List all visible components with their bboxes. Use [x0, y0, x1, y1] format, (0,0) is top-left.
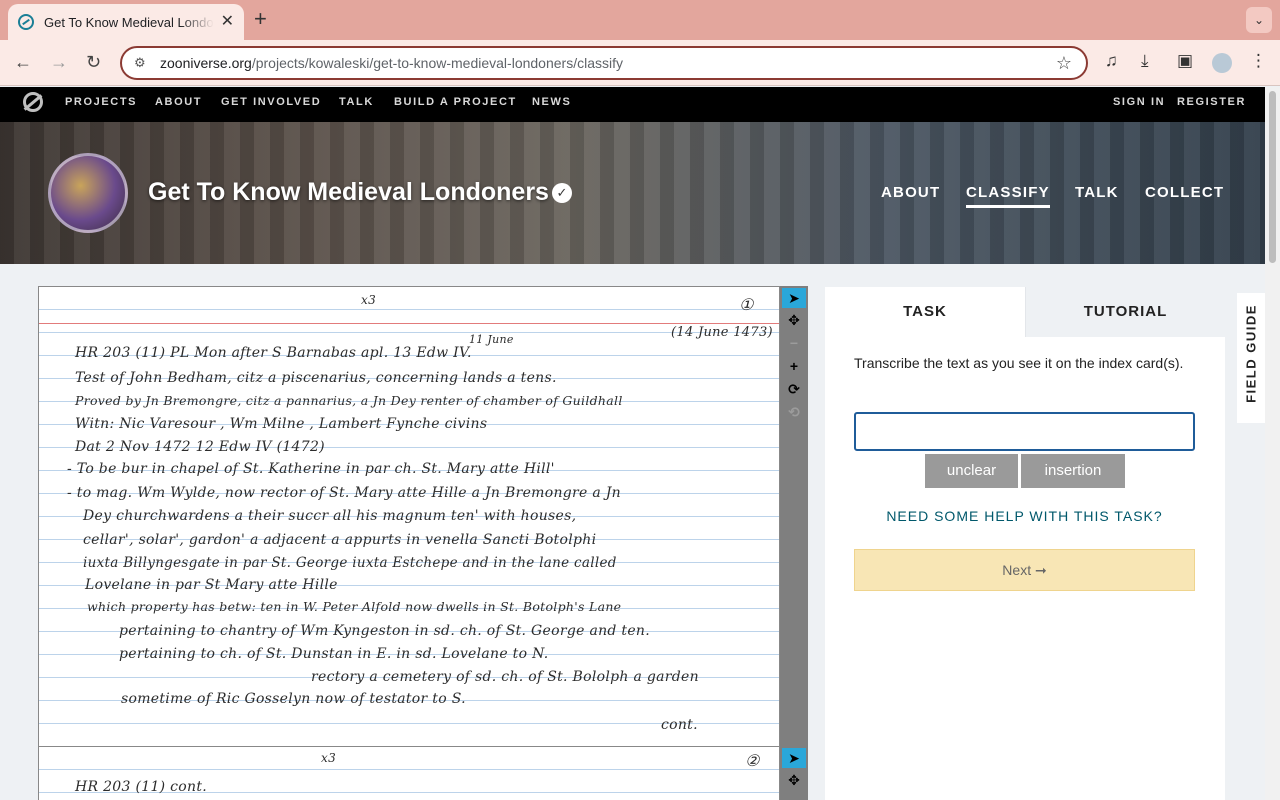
nav-projects[interactable]: PROJECTS — [65, 96, 137, 108]
scrollbar-thumb[interactable] — [1269, 91, 1276, 263]
reset-view-icon[interactable]: ⟲ — [782, 402, 806, 422]
date-note-top: 11 June — [469, 333, 514, 346]
subject-image-card-1[interactable]: x3 ① 11 June (14 June 1473) HR 203 (11) … — [38, 286, 780, 747]
nav-get-involved[interactable]: GET INVOLVED — [221, 96, 321, 108]
insertion-button[interactable]: insertion — [1021, 454, 1125, 488]
nav-news[interactable]: NEWS — [532, 96, 571, 108]
date-note-right: (14 June 1473) — [671, 325, 773, 340]
zoom-in-icon[interactable]: + — [782, 356, 806, 376]
forward-arrow-icon[interactable]: → — [50, 52, 68, 72]
card-line: - to mag. Wm Wylde, now rector of St. Ma… — [67, 485, 621, 501]
site-settings-icon[interactable]: ⚙ — [134, 55, 152, 71]
subject-image-card-2[interactable]: x3 ② HR 203 (11) cont. — [38, 746, 780, 800]
bookmark-star-icon[interactable]: ☆ — [1056, 53, 1072, 74]
tab-title: Get To Know Medieval Londoners — [44, 14, 214, 30]
card-line: rectory a cemetery of sd. ch. of St. Bol… — [311, 669, 699, 685]
url-host: zooniverse.org — [160, 55, 252, 71]
card-line: Dey churchwardens a their succr all his … — [83, 508, 577, 524]
unclear-button[interactable]: unclear — [925, 454, 1018, 488]
card-ruled-line — [39, 323, 779, 324]
card-line: Witn: Nic Varesour , Wm Milne , Lambert … — [75, 416, 488, 432]
card-line: Dat 2 Nov 1472 12 Edw IV (1472) — [75, 439, 325, 455]
zooniverse-favicon-icon — [18, 14, 34, 30]
pointer-tool-icon[interactable]: ➤ — [782, 748, 806, 768]
move-tool-icon[interactable]: ✥ — [782, 310, 806, 330]
transcription-input[interactable] — [854, 412, 1195, 451]
card-line: pertaining to ch. of St. Dunstan in E. i… — [119, 646, 549, 662]
profile-avatar[interactable] — [1212, 53, 1232, 73]
card-line: - To be bur in chapel of St. Katherine i… — [67, 461, 555, 477]
browser-toolbar: ← → ↻ ⚙ zooniverse.org/projects/kowalesk… — [0, 40, 1280, 86]
site-navigation: PROJECTS ABOUT GET INVOLVED TALK BUILD A… — [0, 87, 1265, 122]
page-scrollbar[interactable] — [1265, 87, 1280, 800]
task-panel: TASK TUTORIAL Transcribe the text as you… — [825, 287, 1225, 800]
field-guide-label: FIELD GUIDE — [1243, 304, 1259, 403]
nav-build-a-project[interactable]: BUILD A PROJECT — [394, 96, 517, 108]
nav-about[interactable]: ABOUT — [155, 96, 202, 108]
project-title[interactable]: Get To Know Medieval Londoners — [148, 178, 549, 207]
sign-in-link[interactable]: SIGN IN — [1113, 96, 1165, 108]
zoom-out-icon[interactable]: − — [782, 333, 806, 353]
card-top-mark: x3 — [361, 293, 377, 307]
project-nav-classify[interactable]: CLASSIFY — [966, 184, 1050, 208]
browser-tab-bar: Get To Know Medieval Londoners ✕ + ⌄ — [0, 0, 1280, 40]
card-line: HR 203 (11) cont. — [75, 779, 208, 795]
card-line: cont. — [661, 717, 698, 733]
project-nav-collect[interactable]: COLLECT — [1145, 184, 1224, 201]
media-controls-icon[interactable]: ♫ — [1105, 51, 1118, 71]
card-line: sometime of Ric Gosselyn now of testator… — [121, 691, 466, 707]
viewer-toolbar-1: ➤ ✥ − + ⟳ ⟲ — [780, 286, 808, 747]
tab-tutorial[interactable]: TUTORIAL — [1025, 287, 1225, 337]
close-tab-icon[interactable]: ✕ — [221, 13, 234, 31]
task-instruction: Transcribe the text as you see it on the… — [854, 355, 1184, 371]
card-line: Lovelane in par St Mary atte Hille — [85, 577, 338, 593]
url-path: /projects/kowaleski/get-to-know-medieval… — [251, 55, 623, 71]
browser-menu-icon[interactable]: ⋮ — [1250, 51, 1267, 71]
project-avatar[interactable] — [48, 153, 128, 233]
new-tab-button[interactable]: + — [254, 8, 267, 30]
tab-task[interactable]: TASK — [825, 287, 1025, 337]
task-help-link[interactable]: NEED SOME HELP WITH THIS TASK? — [854, 508, 1195, 524]
register-link[interactable]: REGISTER — [1177, 96, 1246, 108]
rotate-icon[interactable]: ⟳ — [782, 379, 806, 399]
reload-icon[interactable]: ↻ — [86, 52, 101, 72]
url-text[interactable]: zooniverse.org/projects/kowaleski/get-to… — [160, 55, 623, 71]
nav-talk[interactable]: TALK — [339, 96, 374, 108]
card-number: ① — [739, 295, 754, 314]
side-panel-icon[interactable]: ▣ — [1177, 51, 1193, 71]
move-tool-icon[interactable]: ✥ — [782, 770, 806, 790]
card-line: Test of John Bedham, citz a piscenarius,… — [75, 370, 557, 386]
verified-badge-icon: ✓ — [552, 183, 572, 203]
next-button[interactable]: Next ➞ — [854, 549, 1195, 591]
card-line: Proved by Jn Bremongre, citz a pannarius… — [75, 393, 623, 408]
pointer-tool-icon[interactable]: ➤ — [782, 288, 806, 308]
download-icon[interactable]: ⤓ — [1141, 51, 1149, 71]
project-nav-talk[interactable]: TALK — [1075, 184, 1119, 201]
project-header: Get To Know Medieval Londoners ✓ ABOUT C… — [0, 122, 1265, 264]
browser-tab[interactable]: Get To Know Medieval Londoners ✕ — [8, 4, 244, 40]
card-line: iuxta Billyngesgate in par St. George iu… — [83, 555, 617, 571]
address-bar[interactable]: ⚙ zooniverse.org/projects/kowaleski/get-… — [120, 46, 1088, 80]
card-line: pertaining to chantry of Wm Kyngeston in… — [119, 623, 651, 639]
card-number: ② — [745, 751, 760, 770]
card-line: cellar', solar', gardon' a adjacent a ap… — [83, 532, 597, 548]
project-nav-about[interactable]: ABOUT — [881, 184, 940, 201]
field-guide-tab[interactable]: FIELD GUIDE — [1237, 293, 1265, 423]
card-line: which property has betw: ten in W. Peter… — [87, 599, 622, 614]
tab-search-chevron-icon[interactable]: ⌄ — [1246, 7, 1272, 33]
zooniverse-logo-icon[interactable] — [23, 92, 43, 112]
card-top-mark: x3 — [321, 751, 337, 765]
card-line: HR 203 (11) PL Mon after S Barnabas apl.… — [75, 345, 472, 361]
back-arrow-icon[interactable]: ← — [14, 52, 32, 72]
viewer-toolbar-2: ➤ ✥ — [780, 746, 808, 800]
